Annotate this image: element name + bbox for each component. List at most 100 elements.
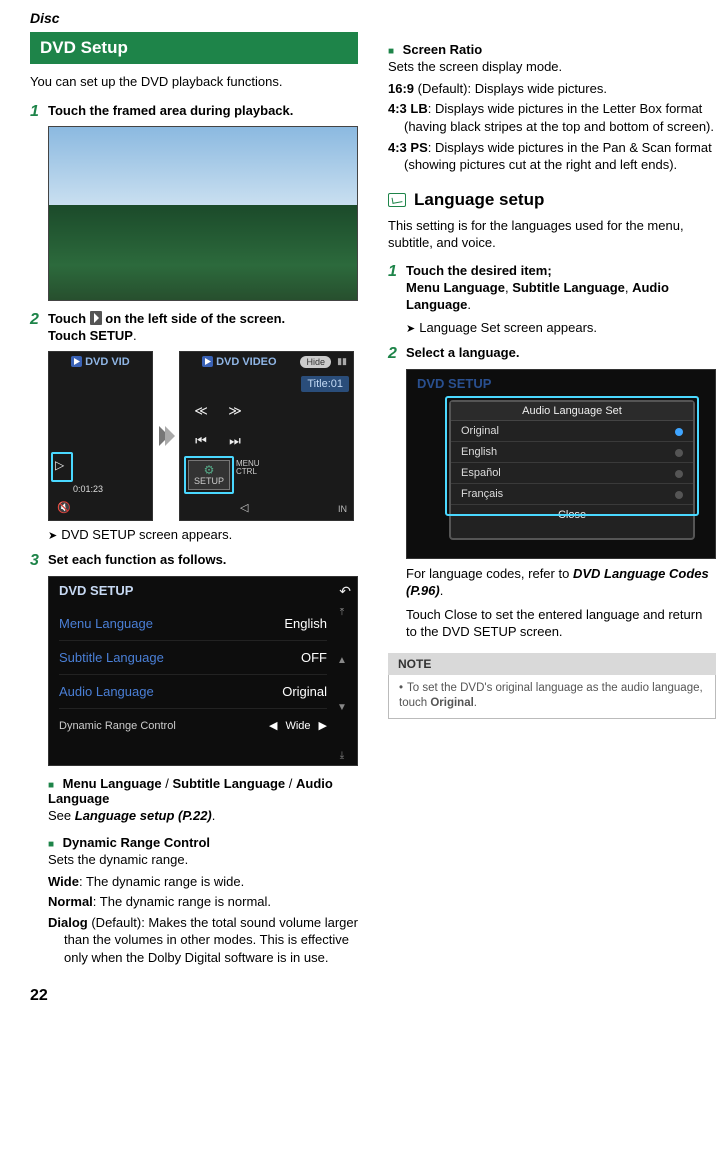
screenshot-dvd-setup: DVD SETUP ↶ Menu Language English Subtit…: [48, 576, 358, 766]
lang-step-1-text: Touch the desired item; Menu Language, S…: [406, 263, 716, 314]
screenshot-playback: [48, 126, 358, 301]
drc-opt-dialog: Dialog (Default): Makes the total sound …: [48, 914, 358, 967]
in-icon: IN: [338, 504, 347, 514]
screenshot-language-popup: DVD SETUP Audio Language Set Original En…: [406, 369, 716, 559]
subtitle-language-value: OFF: [301, 650, 327, 665]
screenshot-tab: DVD VID ▷ 0:01:23 🔇: [48, 351, 153, 521]
drc-left-icon[interactable]: ◀: [269, 719, 277, 732]
menu-ctrl-button[interactable]: MENU CTRL: [236, 460, 260, 476]
drc-opt-normal: Normal: The dynamic range is normal.: [48, 893, 358, 911]
checkbox-icon: [388, 193, 406, 207]
hide-button[interactable]: Hide: [300, 356, 331, 368]
row-audio-language[interactable]: Audio Language Original: [59, 675, 327, 709]
step-2-number: 2: [30, 311, 48, 345]
dvd-setup-bg-title: DVD SETUP: [417, 376, 491, 391]
dvd-vid-label-a: DVD VID: [71, 356, 130, 368]
row-menu-language[interactable]: Menu Language English: [59, 607, 327, 641]
sr-43lb: 4:3 LB: Displays wide pictures in the Le…: [388, 100, 716, 135]
back-icon[interactable]: ↶: [339, 583, 351, 600]
drc-value-wrap: ◀ Wide ▶: [269, 719, 327, 732]
left-column: DVD Setup You can set up the DVD playbac…: [30, 32, 358, 969]
popup-highlight: [445, 396, 699, 516]
bullet-icon: ■: [48, 780, 54, 791]
row-dynamic-range[interactable]: Dynamic Range Control ◀ Wide ▶: [59, 709, 327, 743]
drc-options: Wide: The dynamic range is wide. Normal:…: [48, 873, 358, 967]
step-1-number: 1: [30, 103, 48, 121]
step-3-text: Set each function as follows.: [48, 552, 358, 570]
step-3-number: 3: [30, 552, 48, 570]
scroll-column: ⤒ ▲ ▼ ⤓: [331, 607, 353, 761]
scroll-up-icon[interactable]: ▲: [337, 655, 347, 666]
screen-ratio-heading: ■ Screen Ratio: [388, 42, 716, 57]
timecode-a: 0:01:23: [73, 484, 103, 494]
step-2-line2b: .: [133, 328, 137, 343]
subtitle-language-term: Subtitle Language: [172, 776, 285, 791]
next-icon[interactable]: ⏭: [222, 430, 248, 452]
subtitle-language-label: Subtitle Language: [59, 650, 164, 665]
drc-opt-wide: Wide: The dynamic range is wide.: [48, 873, 358, 891]
drc-body: Sets the dynamic range.: [48, 852, 358, 869]
scroll-bottom-icon[interactable]: ⤓: [340, 750, 344, 761]
step-1: 1 Touch the framed area during playback.: [30, 103, 358, 121]
step-2-line2a: Touch: [48, 328, 90, 343]
prev-next-row: ⏮ ⏭: [188, 430, 248, 452]
screen-ratio-body: Sets the screen display mode.: [388, 59, 716, 76]
note-body: •To set the DVD's original language as t…: [388, 675, 716, 719]
mute-icon: 🔇: [57, 501, 71, 514]
page-number: 22: [30, 987, 697, 1005]
step-2-mid: on the left side of the screen.: [105, 311, 285, 326]
screen-ratio-options: 16:9 (Default): Displays wide pictures. …: [388, 80, 716, 174]
chev-left-icon: ◁: [240, 501, 248, 514]
scroll-top-icon[interactable]: ⤒: [340, 607, 344, 618]
step-2-result: DVD SETUP screen appears.: [48, 527, 358, 542]
step-2-text: Touch on the left side of the screen. To…: [48, 311, 358, 345]
menu-language-value: English: [284, 616, 327, 631]
sr-16-9: 16:9 (Default): Displays wide pictures.: [388, 80, 716, 98]
language-setup-ref: Language setup (P.22): [75, 808, 212, 823]
right-column: ■ Screen Ratio Sets the screen display m…: [388, 32, 716, 969]
step-3: 3 Set each function as follows.: [30, 552, 358, 570]
lang-step-1-result: Language Set screen appears.: [406, 320, 716, 335]
rewind-icon[interactable]: ≪: [188, 400, 214, 422]
tab-icon: [90, 311, 102, 325]
step-2-pre: Touch: [48, 311, 90, 326]
drc-value: Wide: [285, 720, 310, 732]
fastfwd-icon[interactable]: ≫: [222, 400, 248, 422]
arrow-right-icon: [157, 424, 175, 448]
audio-language-label: Audio Language: [59, 684, 154, 699]
drc-right-icon[interactable]: ▶: [319, 719, 327, 732]
row-subtitle-language[interactable]: Subtitle Language OFF: [59, 641, 327, 675]
screenshot-controls: DVD VIDEO Hide Title:01 ≪ ≫ ⏮ ⏭ ⚙ SETUP …: [179, 351, 354, 521]
menu-language-label: Menu Language: [59, 616, 153, 631]
note-box: NOTE •To set the DVD's original language…: [388, 653, 716, 719]
language-setup-intro: This setting is for the languages used f…: [388, 218, 716, 252]
drc-subheading: ■ Dynamic Range Control: [48, 835, 358, 850]
note-heading: NOTE: [388, 653, 716, 675]
note-original-term: Original: [430, 697, 473, 709]
lang-step-1: 1 Touch the desired item; Menu Language,…: [388, 263, 716, 314]
lang-close-instruction: Touch Close to set the entered language …: [406, 606, 716, 641]
drc-title: Dynamic Range Control: [63, 835, 210, 850]
lang-step-2-text: Select a language.: [406, 345, 716, 363]
setup-label: SETUP: [90, 328, 133, 343]
langs-see: See Language setup (P.22).: [48, 808, 358, 825]
language-setup-heading: Language setup: [388, 190, 716, 210]
page-category: Disc: [30, 10, 697, 26]
title-badge: Title:01: [301, 376, 349, 392]
tab-highlight: [51, 452, 73, 482]
prev-icon[interactable]: ⏮: [188, 430, 214, 452]
dvd-setup-title: DVD SETUP: [59, 583, 133, 598]
dvd-vid-label-b: DVD VIDEO: [202, 356, 277, 368]
section-intro: You can set up the DVD playback function…: [30, 74, 358, 91]
screen-ratio-title: Screen Ratio: [403, 42, 482, 57]
signal-icon: ▮▮: [337, 356, 347, 367]
lang-codes-ref: For language codes, refer to DVD Languag…: [406, 565, 716, 600]
lang-step-1-number: 1: [388, 263, 406, 314]
sr-43ps: 4:3 PS: Displays wide pictures in the Pa…: [388, 139, 716, 174]
scroll-down-icon[interactable]: ▼: [337, 702, 347, 713]
setup-highlight: [184, 456, 234, 494]
step-1-text: Touch the framed area during playback.: [48, 103, 358, 121]
step-2: 2 Touch on the left side of the screen. …: [30, 311, 358, 345]
screenshot-setup-sequence: DVD VID ▷ 0:01:23 🔇 DVD VIDEO Hide Title…: [48, 351, 358, 521]
menu-language-term: Menu Language: [63, 776, 162, 791]
